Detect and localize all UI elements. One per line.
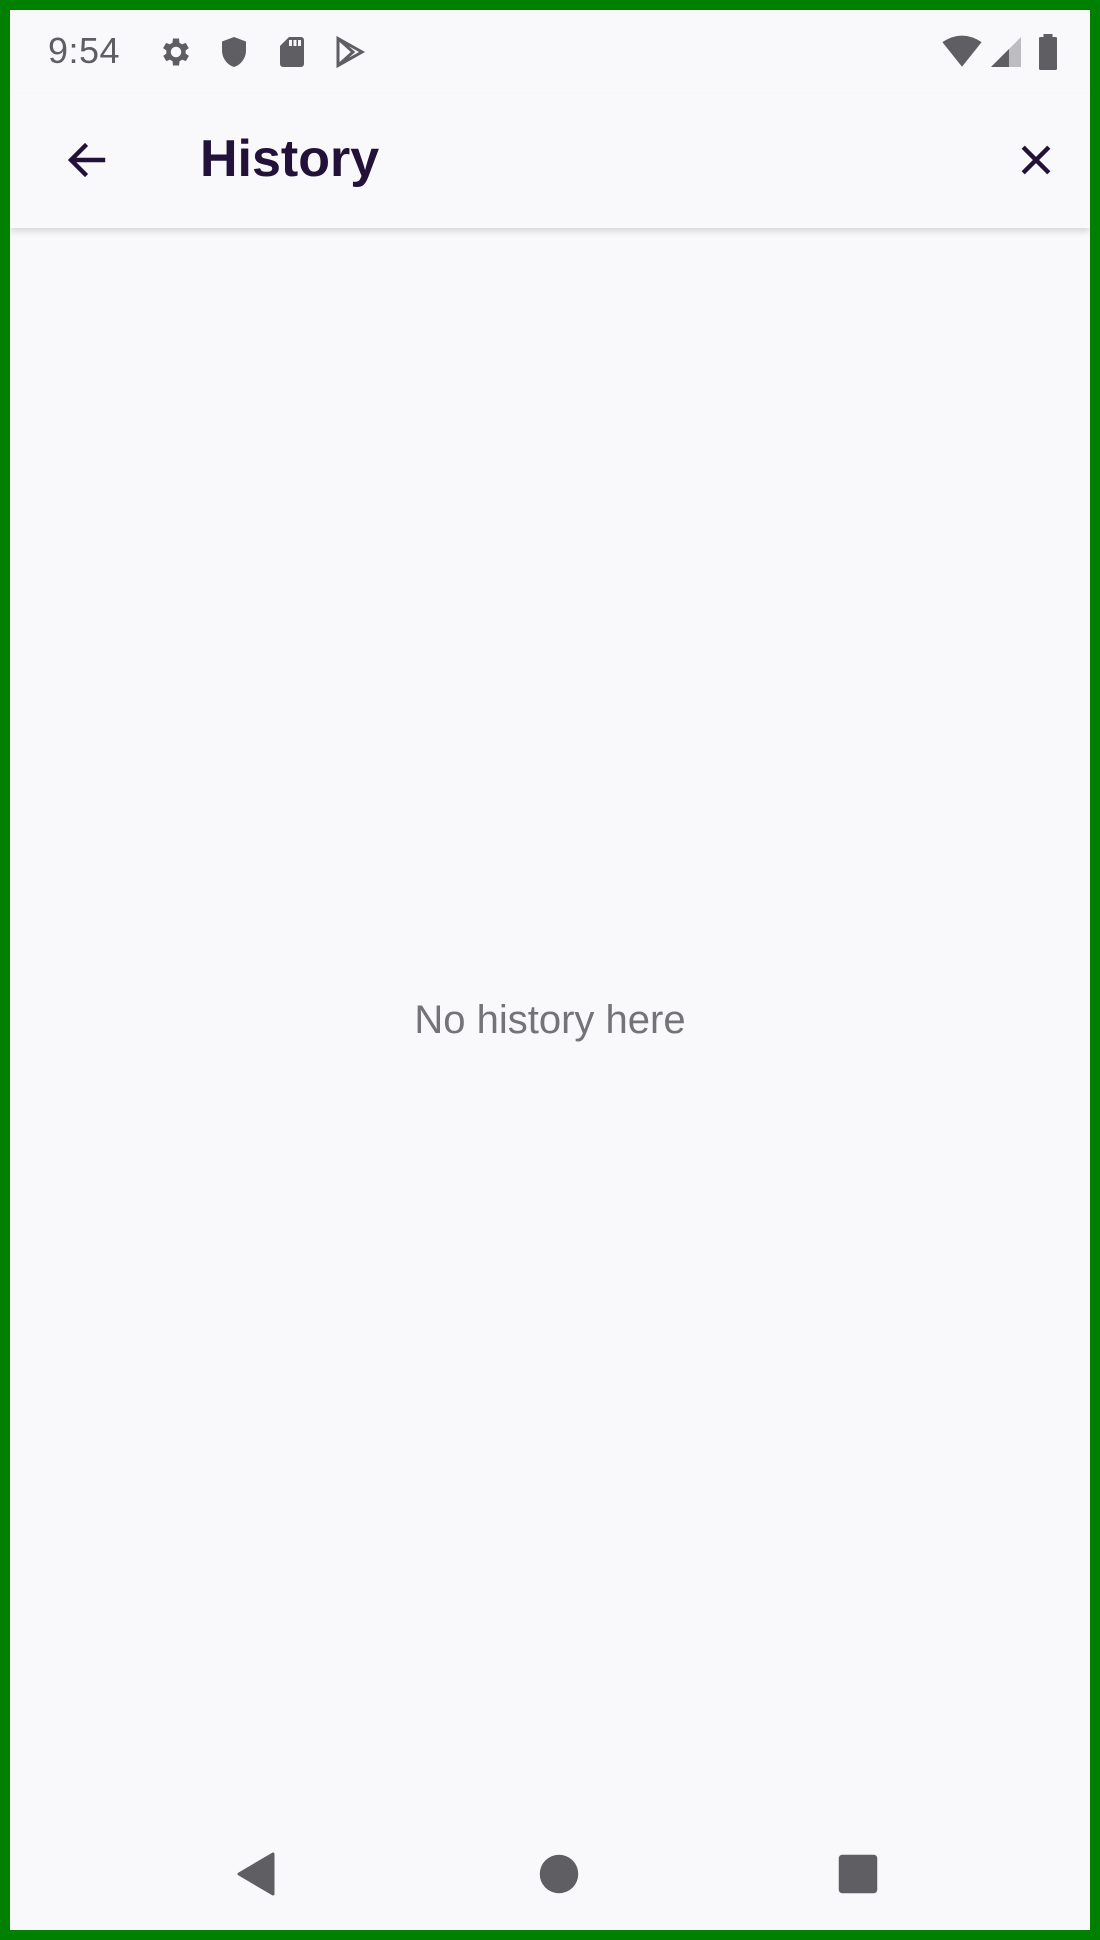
recents-square-icon [838, 1854, 878, 1894]
status-time: 9:54 [48, 30, 121, 71]
gear-icon [158, 34, 194, 70]
shield-icon [216, 34, 252, 70]
app-bar: History [10, 94, 1090, 228]
close-icon [1021, 145, 1051, 175]
back-button[interactable] [54, 127, 120, 193]
system-nav-bar [10, 1810, 1090, 1930]
empty-state-message: No history here [414, 998, 686, 1042]
back-triangle-icon [237, 1852, 275, 1896]
page-title: History [200, 130, 380, 188]
device-frame: 9:54 History No history here [0, 0, 1100, 1940]
wifi-icon [940, 34, 984, 70]
close-button[interactable] [1003, 127, 1069, 193]
cell-signal-icon [988, 34, 1024, 70]
sd-card-icon [274, 34, 310, 70]
nav-home-button[interactable] [519, 1834, 599, 1914]
status-bar: 9:54 [10, 10, 1090, 94]
history-list-area: No history here [10, 228, 1090, 1788]
nav-back-button[interactable] [217, 1834, 297, 1914]
home-circle-icon [539, 1854, 579, 1894]
battery-icon [1034, 34, 1062, 70]
play-store-icon [332, 34, 368, 70]
arrow-left-icon [67, 142, 106, 178]
nav-recents-button[interactable] [818, 1834, 898, 1914]
